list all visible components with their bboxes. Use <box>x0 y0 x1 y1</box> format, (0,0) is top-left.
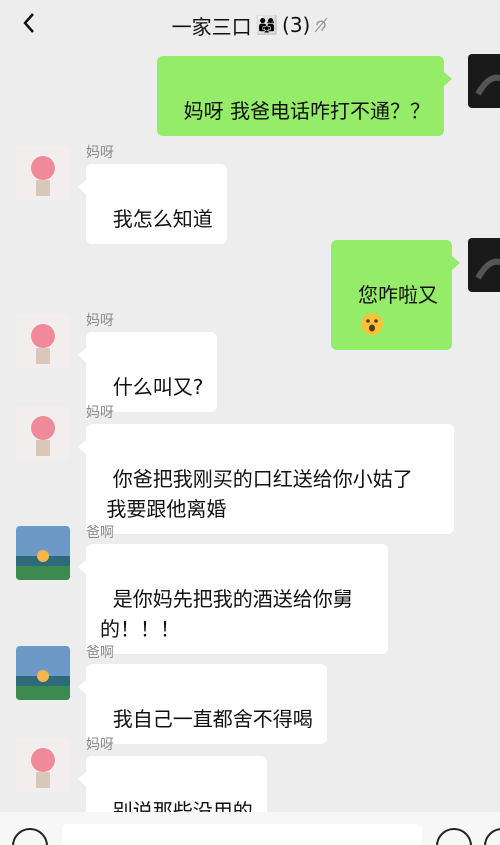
family-emoji-icon: 👨‍👩‍👧 <box>255 14 279 36</box>
message-bubble-mom[interactable]: 你爸把我刚买的口红送给你小姑了 我要跟他离婚 <box>78 424 454 534</box>
avatar-dad[interactable] <box>16 526 70 580</box>
member-count: (3) <box>282 13 311 37</box>
message-text: 您咋啦又 <box>358 283 438 307</box>
message-text: 什么叫又? <box>112 375 204 399</box>
back-button[interactable] <box>14 8 44 38</box>
sender-name: 妈呀 <box>86 737 114 753</box>
input-bar <box>0 812 500 845</box>
voice-input-button[interactable] <box>12 828 48 845</box>
chat-header: 一家三口 👨‍👩‍👧 (3) <box>0 0 500 50</box>
chevron-left-icon <box>23 13 34 33</box>
avatar-mom[interactable] <box>16 314 70 368</box>
sender-name: 妈呀 <box>86 405 114 421</box>
message-text: 你爸把我刚买的口红送给你小姑了 我要跟他离婚 <box>106 467 413 521</box>
ear-icon <box>314 17 328 33</box>
sender-name: 爸啊 <box>86 645 114 661</box>
avatar-mom[interactable] <box>16 146 70 200</box>
sender-name: 爸啊 <box>86 525 114 541</box>
avatar-mom[interactable] <box>16 738 70 792</box>
message-bubble-mom[interactable]: 什么叫又? <box>77 332 218 412</box>
message-text: 我怎么知道 <box>112 207 213 231</box>
sender-name: 妈呀 <box>86 145 114 161</box>
avatar-self[interactable] <box>468 54 500 108</box>
message-bubble-dad[interactable]: 是你妈先把我的酒送给你舅 的！！！ <box>78 544 388 654</box>
chat-title: 一家三口 👨‍👩‍👧 (3) <box>172 11 329 40</box>
message-text: 妈呀 我爸电话咋打不通？？ <box>183 99 430 123</box>
sender-name: 妈呀 <box>86 313 114 329</box>
message-text: 我自己一直都舍不得喝 <box>112 707 313 731</box>
message-bubble-self[interactable]: 您咋啦又 <box>331 240 460 350</box>
astonished-emoji-icon <box>361 313 383 335</box>
chat-title-text: 一家三口 <box>171 14 252 39</box>
message-bubble-self[interactable]: 妈呀 我爸电话咋打不通？？ <box>156 56 453 136</box>
message-input[interactable] <box>62 824 422 845</box>
emoji-button[interactable] <box>436 828 472 845</box>
more-button[interactable] <box>484 828 500 845</box>
avatar-mom[interactable] <box>16 406 70 460</box>
avatar-self[interactable] <box>468 238 500 292</box>
avatar-dad[interactable] <box>16 646 70 700</box>
message-bubble-dad[interactable]: 我自己一直都舍不得喝 <box>78 664 327 744</box>
message-text: 是你妈先把我的酒送给你舅 的！！！ <box>100 587 353 641</box>
message-bubble-mom[interactable]: 我怎么知道 <box>78 164 227 244</box>
